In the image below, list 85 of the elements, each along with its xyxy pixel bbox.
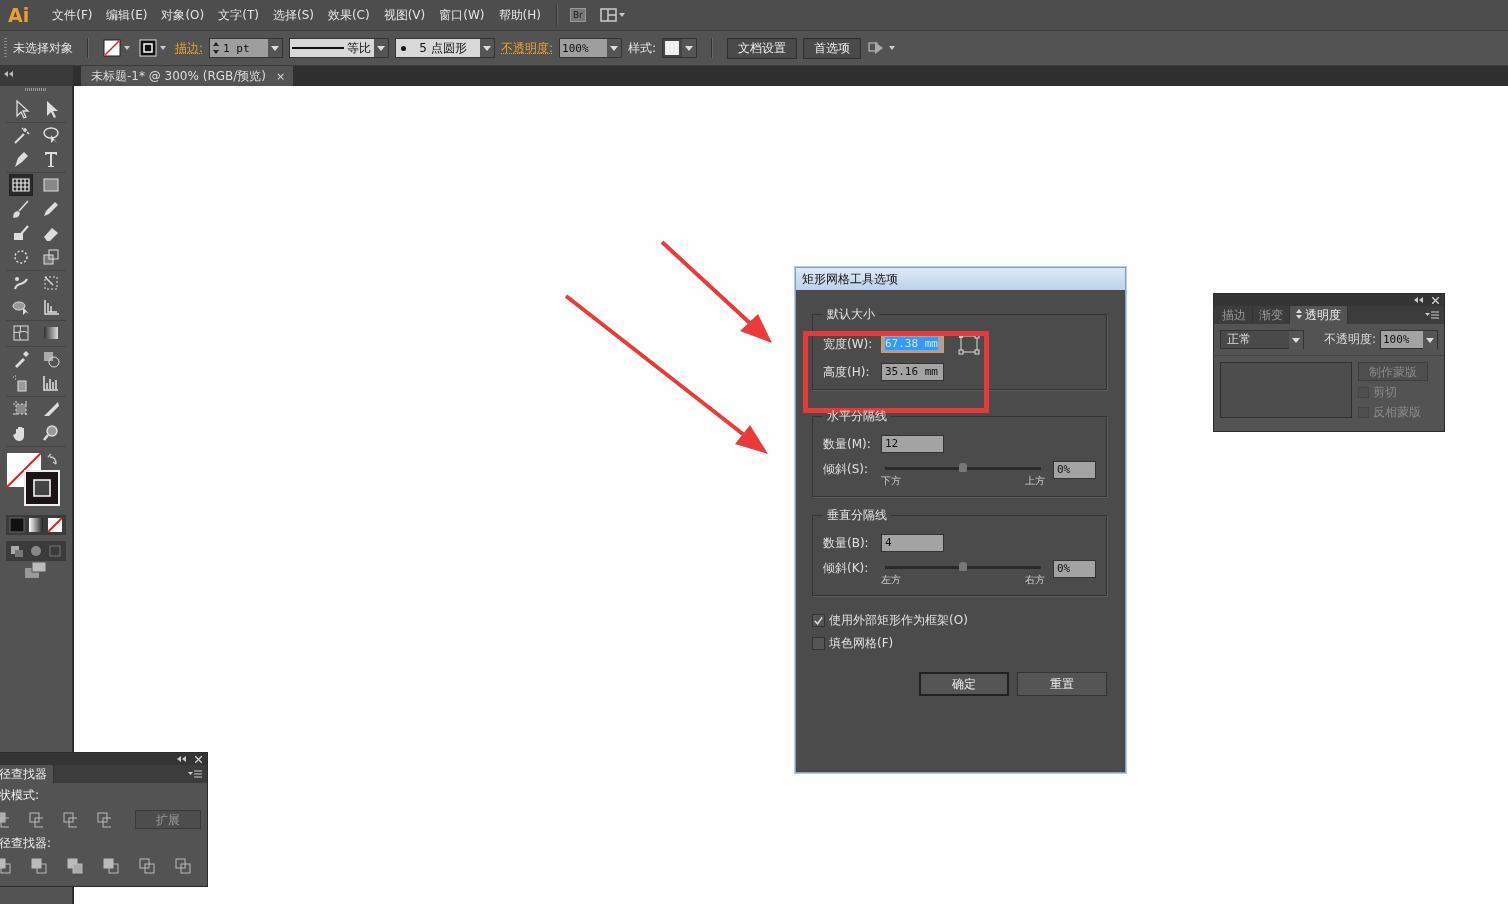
panel-tab[interactable]: 透明度 [1290, 306, 1348, 324]
app-logo[interactable]: Ai [8, 4, 30, 26]
slider-max-label: 右方 [1025, 573, 1045, 587]
grid-icon[interactable] [9, 174, 33, 196]
menu-item[interactable]: 文件(F) [45, 6, 100, 24]
color-mode-icon[interactable] [8, 517, 26, 533]
reference-point-icon[interactable] [958, 333, 980, 355]
close-icon[interactable] [195, 755, 202, 763]
workspace-switcher-icon[interactable] [599, 8, 626, 22]
brush-dropdown[interactable]: 5 点圆形 [395, 38, 496, 58]
skew-field[interactable]: 0% [1053, 560, 1096, 578]
field-label: 倾斜(S): [823, 461, 870, 478]
panel-menu-icon[interactable] [1425, 311, 1439, 319]
collapse-icon[interactable] [1414, 297, 1424, 303]
style-label: 样式: [628, 39, 657, 57]
blend-mode-dropdown[interactable]: 正常 [1220, 330, 1304, 349]
slider-max-label: 上方 [1025, 474, 1045, 488]
field-label: 高度(H): [823, 363, 871, 381]
arrange-icon[interactable] [867, 40, 898, 56]
shape-mode-icon[interactable] [28, 811, 43, 828]
close-tab-button[interactable]: × [276, 69, 286, 83]
checkbox-label: 使用外部矩形作为框架(O) [829, 612, 968, 629]
bridge-button[interactable]: Br [569, 8, 586, 22]
opacity-link[interactable]: 不透明度: [501, 39, 554, 57]
opacity-label: 不透明度: [1323, 331, 1376, 348]
field-label: 宽度(W): [823, 335, 874, 353]
menu-item[interactable]: 对象(O) [154, 6, 212, 24]
pathfinder-icon[interactable] [139, 858, 155, 874]
group-legend: 垂直分隔线 [823, 507, 891, 524]
skew-field[interactable]: 0% [1053, 461, 1096, 479]
up-down-arrows-icon [1296, 309, 1302, 319]
stroke-link[interactable]: 描边: [175, 39, 204, 57]
opacity-field[interactable]: 100% [559, 38, 623, 58]
gradient-mode-icon[interactable] [27, 517, 45, 533]
group-legend: 水平分隔线 [823, 408, 891, 425]
dialog-title: 矩形网格工具选项 [796, 268, 1125, 290]
count-field[interactable]: 12 [881, 435, 944, 453]
stroke-swatch-icon[interactable] [139, 39, 169, 57]
menu-item[interactable]: 编辑(E) [99, 6, 155, 24]
close-icon[interactable] [1432, 296, 1439, 304]
reset-button[interactable]: 重置 [1017, 672, 1107, 696]
slider-min-label: 下方 [881, 474, 901, 488]
ok-button[interactable]: 确定 [919, 672, 1009, 696]
menu-item[interactable]: 帮助(H) [491, 6, 548, 24]
style-dropdown[interactable] [662, 38, 698, 58]
stroke-weight-field[interactable]: 1 pt [209, 38, 284, 58]
height-field[interactable]: 35.16 mm [881, 363, 944, 381]
menu-item[interactable]: 效果(C) [320, 6, 377, 24]
none-mode-icon[interactable] [46, 517, 64, 533]
slider-min-label: 左方 [881, 573, 901, 587]
menu-item[interactable]: 窗口(W) [432, 6, 492, 24]
screen-mode-icon[interactable] [24, 561, 48, 579]
slider-thumb[interactable] [959, 463, 967, 472]
panel-tab[interactable]: 描边 [1216, 306, 1253, 324]
checkbox[interactable] [812, 637, 825, 650]
checkbox[interactable] [812, 614, 825, 627]
opacity-field[interactable]: 100% [1380, 330, 1438, 349]
menu-item[interactable]: 文字(T) [211, 6, 266, 24]
menu-item[interactable]: 选择(S) [265, 6, 321, 24]
fill-swatch-icon[interactable] [103, 39, 133, 57]
menu-item[interactable]: 视图(V) [376, 6, 433, 24]
document-title: 未标题-1* @ 300% (RGB/预览) [91, 67, 266, 85]
selection-status: 未选择对象 [13, 39, 73, 57]
slider-thumb[interactable] [959, 562, 967, 571]
draw-normal-icon[interactable] [8, 543, 26, 559]
field-label: 数量(B): [823, 534, 870, 552]
panel-menu-icon[interactable] [188, 770, 202, 778]
document-tab[interactable]: 未标题-1* @ 300% (RGB/预览) × [81, 66, 294, 86]
field-label: 数量(M): [823, 435, 872, 453]
toolbar-button[interactable]: 文档设置 [727, 37, 798, 59]
pathfinder-icon[interactable] [175, 858, 191, 874]
stroke-profile-dropdown[interactable]: 等比 [289, 38, 390, 58]
checkbox-label: 填色网格(F) [829, 635, 894, 652]
group-legend: 默认大小 [823, 306, 879, 323]
pathfinder-icon[interactable] [103, 858, 119, 874]
shape-mode-icon[interactable] [62, 811, 77, 828]
pathfinder-icon[interactable] [67, 858, 83, 874]
field-label: 倾斜(K): [823, 560, 870, 577]
collapse-icon[interactable] [4, 71, 14, 77]
shape-mode-icon[interactable] [96, 811, 111, 828]
toolbar-button[interactable]: 首选项 [803, 37, 862, 59]
collapse-icon[interactable] [177, 756, 187, 762]
pathfinder-icon[interactable] [31, 858, 47, 874]
spinner-arrows-icon[interactable] [212, 41, 221, 55]
count-field[interactable]: 4 [881, 534, 944, 552]
